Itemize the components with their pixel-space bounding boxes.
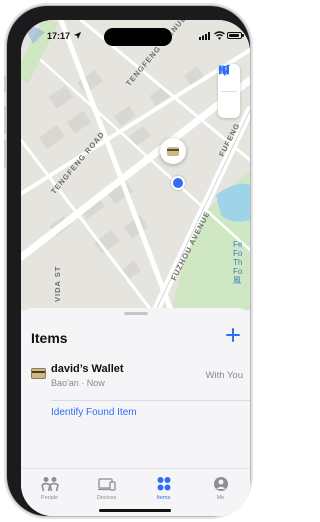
home-indicator xyxy=(99,509,171,512)
sheet-title: Items xyxy=(31,330,68,346)
tab-label: Me xyxy=(216,495,225,501)
divider xyxy=(221,91,237,92)
tab-label: Items xyxy=(156,495,171,501)
screen: TENGFENG AVENUE TENGFENG ROAD FUZHOU AVE… xyxy=(21,20,250,516)
dynamic-island xyxy=(104,28,172,46)
divider xyxy=(51,400,250,401)
status-bar: 17:17 xyxy=(21,20,250,50)
signal-icon xyxy=(199,32,210,40)
poi-line: Fo xyxy=(233,267,243,276)
poi-line: Fe xyxy=(233,240,243,249)
items-icon xyxy=(157,477,171,491)
wallet-icon xyxy=(167,147,179,156)
poi-label: Fe Fo Th Fo 風 xyxy=(233,240,242,285)
tab-bar: People Devices Items Me xyxy=(21,468,250,516)
people-icon xyxy=(41,477,59,492)
poi-line: Th xyxy=(233,258,243,267)
item-status: With You xyxy=(205,370,244,381)
tab-items[interactable]: Items xyxy=(135,469,192,509)
add-item-button[interactable] xyxy=(224,326,242,344)
devices-icon xyxy=(98,478,116,491)
street-label: VIDA ST xyxy=(53,265,62,302)
map-controls xyxy=(218,64,240,118)
poi-line: Fo xyxy=(233,249,243,258)
current-location-dot xyxy=(171,176,185,190)
wifi-icon xyxy=(214,31,225,40)
identify-found-item-link[interactable]: Identify Found Item xyxy=(51,407,137,418)
item-pin[interactable] xyxy=(160,138,186,164)
location-services-icon xyxy=(73,31,82,40)
wallet-icon xyxy=(31,368,46,379)
tab-people[interactable]: People xyxy=(21,469,78,509)
sheet-grabber[interactable] xyxy=(124,312,148,315)
volume-down-button xyxy=(4,140,6,168)
tab-label: People xyxy=(40,495,59,501)
tab-devices[interactable]: Devices xyxy=(78,469,135,509)
item-name: david’s Wallet xyxy=(51,363,124,375)
map-view[interactable]: TENGFENG AVENUE TENGFENG ROAD FUZHOU AVE… xyxy=(21,20,250,310)
item-location: Bao'an · Now xyxy=(51,378,105,388)
list-item[interactable]: david’s Wallet Bao'an · Now With You xyxy=(21,358,250,396)
status-time: 17:17 xyxy=(47,31,71,41)
poi-line: 風 xyxy=(233,276,241,285)
action-button xyxy=(4,76,6,92)
me-icon xyxy=(214,477,228,491)
volume-up-button xyxy=(4,106,6,134)
battery-icon xyxy=(227,32,244,39)
location-arrow-icon[interactable] xyxy=(218,64,230,76)
tab-label: Devices xyxy=(96,495,117,501)
tab-me[interactable]: Me xyxy=(192,469,249,509)
